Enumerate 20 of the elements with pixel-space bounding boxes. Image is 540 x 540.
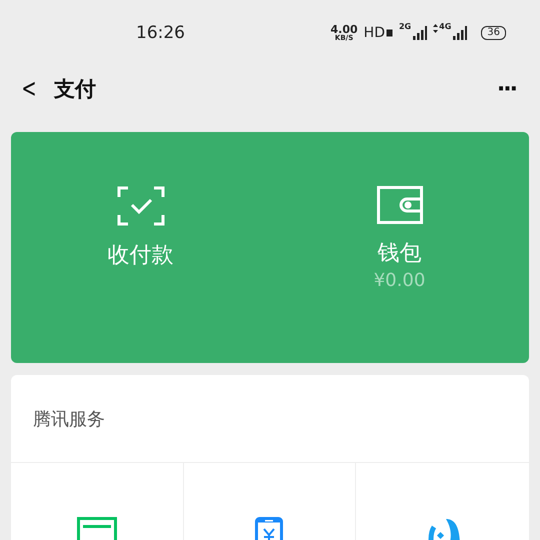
- network-speed: 4.00: [330, 24, 358, 35]
- more-button[interactable]: ···: [496, 76, 516, 102]
- network-type: 4G: [439, 22, 452, 31]
- sim-icon: [386, 29, 393, 37]
- scan-check-icon: [116, 186, 164, 226]
- signal-icon: [453, 26, 468, 40]
- data-arrows-icon: [433, 24, 438, 33]
- battery-level: 36: [481, 26, 506, 40]
- hd-label: HD: [364, 25, 385, 41]
- section-title: 腾讯服务: [11, 375, 529, 463]
- clock: 16:26: [136, 23, 186, 43]
- balance-amount: ¥0.00: [374, 270, 426, 291]
- payment-label: 收付款: [108, 242, 174, 270]
- signal-icon: [413, 26, 428, 40]
- wallet-icon: [376, 186, 422, 224]
- back-button[interactable]: <: [18, 74, 40, 104]
- card-icon: [76, 517, 117, 540]
- network-type: 2G: [398, 22, 412, 31]
- page-title: 支付: [54, 76, 97, 103]
- wallet-label: 钱包: [378, 240, 422, 268]
